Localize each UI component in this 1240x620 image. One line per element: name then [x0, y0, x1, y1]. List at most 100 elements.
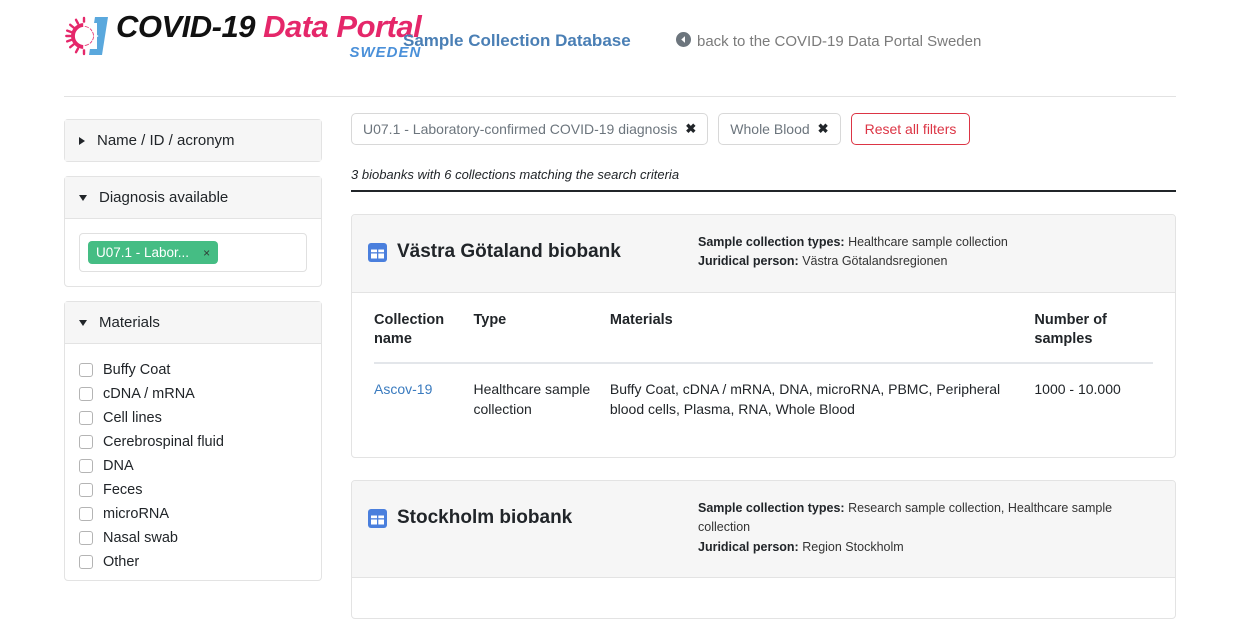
- biobank-card-body: Collection name Type Materials Number of…: [352, 293, 1175, 457]
- header-divider: [64, 96, 1176, 97]
- chevron-down-icon: [79, 194, 87, 201]
- logo-covid-text: COVID-19: [116, 9, 255, 44]
- material-label: Cerebrospinal fluid: [103, 434, 224, 450]
- diagnosis-tag-input[interactable]: U07.1 - Labor... ×: [79, 233, 307, 272]
- checkbox[interactable]: [79, 555, 93, 569]
- filter-panel-diagnosis-available: Diagnosis available U07.1 - Labor... ×: [64, 176, 322, 287]
- material-option[interactable]: Cell lines: [65, 406, 321, 430]
- chevron-right-icon: [79, 136, 85, 145]
- biobank-meta: Sample collection types: Healthcare samp…: [698, 233, 1008, 272]
- biobank-card: Stockholm biobank Sample collection type…: [351, 480, 1176, 620]
- results-divider: [351, 190, 1176, 192]
- logo-sweden-text: SWEDEN: [349, 44, 422, 61]
- results-summary: 3 biobanks with 6 collections matching t…: [351, 167, 680, 182]
- biobank-card-body: [352, 578, 1175, 618]
- remove-filter-icon[interactable]: ✖: [685, 121, 696, 137]
- biobank-title[interactable]: Stockholm biobank: [368, 499, 698, 529]
- chevron-down-icon: [79, 319, 87, 326]
- material-option[interactable]: Nasal swab: [65, 526, 321, 550]
- panel-header-diagnosis-available[interactable]: Diagnosis available: [65, 177, 321, 219]
- material-option[interactable]: DNA: [65, 454, 321, 478]
- results-panel: U07.1 - Laboratory-confirmed COVID-19 di…: [351, 113, 1176, 620]
- juridical-person-value: Västra Götalandsregionen: [802, 254, 948, 269]
- diagnosis-tag[interactable]: U07.1 - Labor... ×: [88, 241, 219, 264]
- biobank-card-header: Stockholm biobank Sample collection type…: [352, 481, 1175, 579]
- reset-all-filters-button[interactable]: Reset all filters: [850, 113, 971, 145]
- cell-number-of-samples: 1000 - 10.000: [1034, 381, 1121, 398]
- collection-link[interactable]: Ascov-19: [374, 381, 432, 397]
- checkbox[interactable]: [79, 459, 93, 473]
- material-option[interactable]: Feces: [65, 478, 321, 502]
- material-label: DNA: [103, 458, 134, 474]
- checkbox[interactable]: [79, 411, 93, 425]
- biobank-name-label: Stockholm biobank: [397, 507, 573, 529]
- remove-filter-icon[interactable]: ✖: [818, 121, 829, 137]
- checkbox[interactable]: [79, 387, 93, 401]
- active-filter-pill-diagnosis[interactable]: U07.1 - Laboratory-confirmed COVID-19 di…: [351, 113, 709, 145]
- back-to-portal-link[interactable]: back to the COVID-19 Data Portal Sweden: [676, 32, 981, 51]
- material-option[interactable]: Other: [65, 550, 321, 574]
- filter-panel-materials: Materials Buffy Coat cDNA / mRNA Cell li…: [64, 301, 322, 581]
- logo-dataportal-text: Data Portal: [263, 9, 422, 44]
- biobank-meta: Sample collection types: Research sample…: [698, 499, 1130, 557]
- pill-label: Whole Blood: [730, 121, 810, 137]
- checkbox[interactable]: [79, 483, 93, 497]
- filter-panel-name-id-acronym: Name / ID / acronym: [64, 119, 322, 162]
- column-header-type: Type: [473, 310, 610, 365]
- table-grid-icon: [368, 508, 387, 528]
- remove-tag-icon[interactable]: ×: [203, 246, 210, 260]
- site-logo[interactable]: COVID-19 Data Portal SWEDEN: [64, 9, 422, 61]
- material-label: Other: [103, 554, 140, 570]
- pill-label: U07.1 - Laboratory-confirmed COVID-19 di…: [363, 121, 678, 137]
- page-header: COVID-19 Data Portal SWEDEN Sample Colle…: [0, 0, 1240, 97]
- materials-checkbox-list: Buffy Coat cDNA / mRNA Cell lines Cerebr…: [65, 344, 321, 580]
- active-filter-pill-material[interactable]: Whole Blood ✖: [718, 113, 841, 145]
- panel-label: Materials: [99, 314, 160, 331]
- biobank-name-label: Västra Götaland biobank: [397, 241, 621, 262]
- active-filters-bar: U07.1 - Laboratory-confirmed COVID-19 di…: [351, 113, 1176, 145]
- arrow-circle-left-icon: [676, 32, 691, 51]
- diagnosis-tag-label: U07.1 - Labor...: [96, 245, 190, 260]
- checkbox[interactable]: [79, 363, 93, 377]
- covid-virus-icon: [64, 13, 110, 59]
- checkbox[interactable]: [79, 531, 93, 545]
- column-header-collection-name: Collection name: [374, 310, 474, 365]
- material-option[interactable]: microRNA: [65, 502, 321, 526]
- sample-collection-types-label: Sample collection types:: [698, 235, 845, 249]
- table-grid-icon: [368, 242, 387, 262]
- material-option[interactable]: Cerebrospinal fluid: [65, 430, 321, 454]
- material-label: Buffy Coat: [103, 362, 171, 378]
- checkbox[interactable]: [79, 507, 93, 521]
- panel-label: Name / ID / acronym: [97, 132, 235, 149]
- biobank-title[interactable]: Västra Götaland biobank: [368, 233, 698, 263]
- biobank-card-header: Västra Götaland biobank Sample collectio…: [352, 215, 1175, 293]
- panel-label: Diagnosis available: [99, 189, 229, 206]
- material-label: microRNA: [103, 506, 170, 522]
- cell-type: Healthcare sample collection: [473, 381, 591, 417]
- panel-header-name-id-acronym[interactable]: Name / ID / acronym: [65, 120, 321, 161]
- page-title: Sample Collection Database: [403, 31, 631, 50]
- table-header-row: Collection name Type Materials Number of…: [374, 310, 1153, 365]
- back-link-label: back to the COVID-19 Data Portal Sweden: [697, 33, 982, 50]
- sample-collection-types-value: Healthcare sample collection: [848, 235, 1008, 249]
- material-label: cDNA / mRNA: [103, 386, 195, 402]
- column-header-materials: Materials: [609, 310, 1035, 365]
- juridical-person-value: Region Stockholm: [802, 539, 904, 554]
- collections-table: Collection name Type Materials Number of…: [374, 310, 1153, 435]
- material-option[interactable]: Buffy Coat: [65, 358, 321, 382]
- material-option[interactable]: cDNA / mRNA: [65, 382, 321, 406]
- biobank-card: Västra Götaland biobank Sample collectio…: [351, 214, 1176, 459]
- material-label: Cell lines: [103, 410, 162, 426]
- material-label: Nasal swab: [103, 530, 178, 546]
- panel-header-materials[interactable]: Materials: [65, 302, 321, 344]
- checkbox[interactable]: [79, 435, 93, 449]
- cell-collection-name: Ascov-19: [374, 363, 473, 435]
- filter-sidebar: Name / ID / acronym Diagnosis available …: [64, 119, 322, 595]
- material-label: Feces: [103, 482, 143, 498]
- juridical-person-label: Juridical person:: [698, 254, 799, 269]
- table-row: Ascov-19 Healthcare sample collection Bu…: [374, 363, 1153, 435]
- diagnosis-panel-body: U07.1 - Labor... ×: [65, 219, 321, 286]
- cell-materials: Buffy Coat, cDNA / mRNA, DNA, microRNA, …: [609, 381, 1001, 417]
- sample-collection-types-label: Sample collection types:: [698, 501, 845, 516]
- juridical-person-label: Juridical person:: [698, 539, 799, 554]
